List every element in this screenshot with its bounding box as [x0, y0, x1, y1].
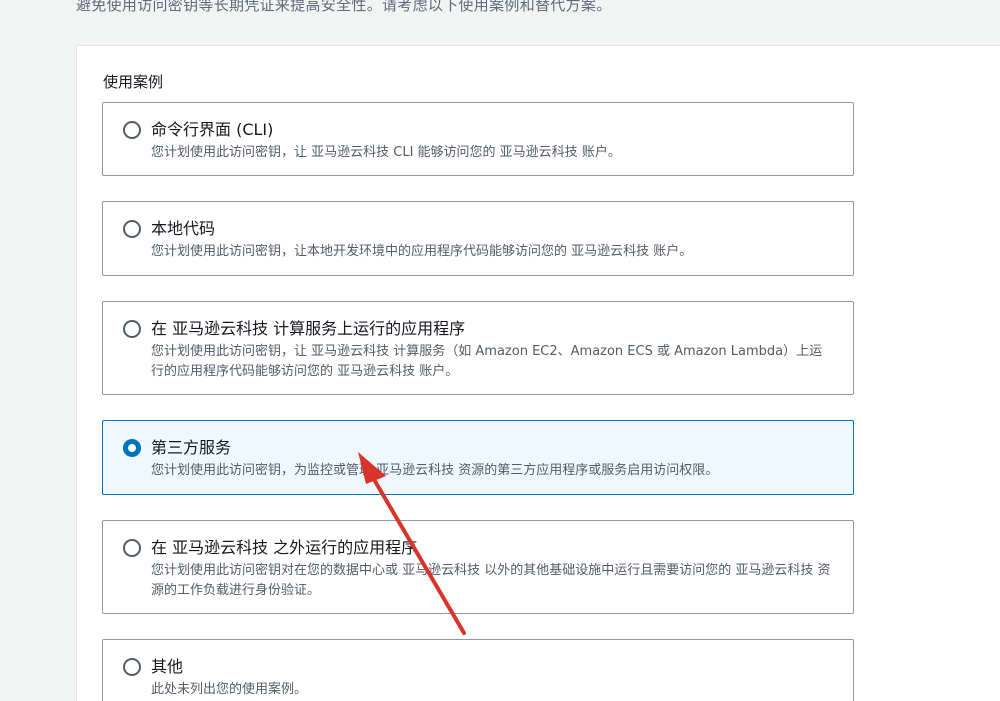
- option-local-code[interactable]: 本地代码 您计划使用此访问密钥，让本地开发环境中的应用程序代码能够访问您的 亚马…: [102, 201, 854, 276]
- intro-text: 避免使用访问密钥等长期凭证来提高安全性。请考虑以下使用案例和替代方案。: [76, 0, 612, 14]
- option-compute-service[interactable]: 在 亚马逊云科技 计算服务上运行的应用程序 您计划使用此访问密钥，让 亚马逊云科…: [102, 301, 854, 395]
- option-title: 命令行界面 (CLI): [151, 120, 274, 139]
- option-description: 您计划使用此访问密钥，让 亚马逊云科技 计算服务（如 Amazon EC2、Am…: [151, 344, 823, 379]
- option-title: 第三方服务: [151, 438, 232, 457]
- option-description: 您计划使用此访问密钥，为监控或管理 亚马逊云科技 资源的第三方应用程序或服务启用…: [151, 463, 719, 478]
- option-title: 其他: [151, 657, 184, 676]
- top-strip: 避免使用访问密钥等长期凭证来提高安全性。请考虑以下使用案例和替代方案。: [0, 0, 1000, 45]
- option-description: 您计划使用此访问密钥，让 亚马逊云科技 CLI 能够访问您的 亚马逊云科技 账户…: [151, 145, 621, 160]
- option-cli[interactable]: 命令行界面 (CLI) 您计划使用此访问密钥，让 亚马逊云科技 CLI 能够访问…: [102, 102, 854, 176]
- radio-button[interactable]: [123, 121, 141, 139]
- radio-button[interactable]: [123, 320, 141, 338]
- option-title: 本地代码: [151, 219, 216, 238]
- radio-button[interactable]: [123, 220, 141, 238]
- option-third-party[interactable]: 第三方服务 您计划使用此访问密钥，为监控或管理 亚马逊云科技 资源的第三方应用程…: [102, 420, 854, 495]
- option-title: 在 亚马逊云科技 计算服务上运行的应用程序: [151, 319, 466, 338]
- option-description: 您计划使用此访问密钥对在您的数据中心或 亚马逊云科技 以外的其他基础设施中运行且…: [151, 563, 831, 598]
- page: 避免使用访问密钥等长期凭证来提高安全性。请考虑以下使用案例和替代方案。 使用案例…: [0, 0, 1000, 701]
- option-outside-app[interactable]: 在 亚马逊云科技 之外运行的应用程序 您计划使用此访问密钥对在您的数据中心或 亚…: [102, 520, 854, 614]
- option-description: 您计划使用此访问密钥，让本地开发环境中的应用程序代码能够访问您的 亚马逊云科技 …: [151, 244, 693, 259]
- option-description: 此处未列出您的使用案例。: [151, 682, 308, 697]
- radio-button[interactable]: [123, 658, 141, 676]
- radio-button[interactable]: [123, 539, 141, 557]
- option-other[interactable]: 其他 此处未列出您的使用案例。: [102, 639, 854, 701]
- radio-button-selected[interactable]: [123, 439, 141, 457]
- option-title: 在 亚马逊云科技 之外运行的应用程序: [151, 538, 418, 557]
- section-label: 使用案例: [103, 73, 164, 91]
